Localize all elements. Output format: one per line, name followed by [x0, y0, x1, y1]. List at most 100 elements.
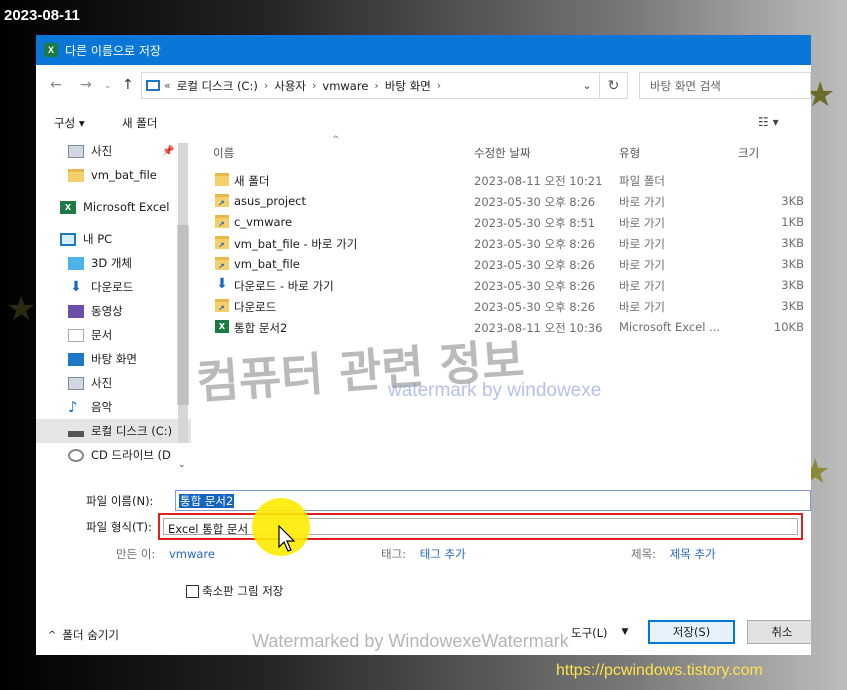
column-header-date[interactable]: 수정한 날짜 — [474, 145, 531, 161]
hide-folders-toggle[interactable]: ^ 폴더 숨기기 — [48, 627, 119, 643]
desktop-icon — [68, 352, 84, 366]
chevron-down-icon[interactable]: ⌄ — [575, 79, 599, 92]
file-name: asus_project — [234, 194, 306, 208]
shortcut-icon: ↗ — [215, 194, 229, 208]
pin-icon[interactable]: 📌 — [162, 146, 174, 157]
shortcut-icon: ↗ — [215, 257, 229, 271]
nav-item-documents[interactable]: 문서 — [36, 323, 191, 347]
refresh-icon[interactable]: ↻ — [599, 73, 627, 98]
tags-value[interactable]: 태그 추가 — [420, 547, 466, 561]
nav-item-downloads[interactable]: ⬇ 다운로드 — [36, 275, 191, 299]
chevron-right-icon[interactable]: › — [437, 79, 441, 92]
file-size: 10KB — [773, 320, 804, 334]
save-thumbnail-checkbox[interactable]: 축소판 그림 저장 — [186, 583, 283, 599]
search-input[interactable]: 바탕 화면 검색 — [639, 72, 811, 99]
authors-field: 만든 이: vmware — [116, 546, 215, 562]
nav-item-vm-bat-file[interactable]: vm_bat_file — [36, 163, 191, 187]
nav-item-videos[interactable]: 동영상 — [36, 299, 191, 323]
nav-item-desktop[interactable]: 바탕 화면 — [36, 347, 191, 371]
file-row[interactable]: ⬇ 다운로드 - 바로 가기 2023-05-30 오후 8:26 바로 가기 … — [211, 275, 811, 296]
excel-icon: X — [44, 43, 58, 57]
chevron-down-icon[interactable]: ⌄ — [104, 81, 112, 91]
nav-item-label: 로컬 디스크 (C:) — [91, 424, 173, 438]
scroll-down-arrow-icon[interactable]: ⌄ — [178, 460, 186, 470]
folder-icon — [68, 168, 84, 182]
authors-value[interactable]: vmware — [169, 547, 215, 561]
filetype-label: 파일 형식(T): — [86, 520, 152, 534]
star-decoration: ★ — [6, 289, 37, 329]
checkbox-box[interactable] — [186, 584, 199, 598]
nav-item-this-pc[interactable]: 내 PC — [36, 227, 191, 251]
nav-item-microsoft-excel[interactable]: X Microsoft Excel — [36, 195, 191, 219]
site-url: https://pcwindows.tistory.com — [556, 662, 763, 679]
column-header-size[interactable]: 크기 — [738, 145, 759, 161]
file-type: 바로 가기 — [619, 279, 665, 293]
tools-menu[interactable]: 도구(L) ▼ — [571, 625, 628, 641]
nav-item-cd-drive[interactable]: CD 드라이브 (D — [36, 443, 191, 467]
music-icon: ♪ — [68, 397, 78, 416]
column-header-type[interactable]: 유형 — [619, 145, 640, 161]
video-icon — [68, 304, 84, 318]
title-bar: X 다른 이름으로 저장 — [36, 35, 811, 65]
file-type: 파일 폴더 — [619, 174, 665, 188]
crumb-overflow[interactable]: « — [164, 79, 171, 92]
save-button[interactable]: 저장(S) — [648, 620, 735, 644]
file-size: 3KB — [781, 278, 804, 292]
excel-file-icon: X — [215, 320, 229, 333]
title-value[interactable]: 제목 추가 — [670, 547, 716, 561]
tools-label: 도구(L) — [571, 626, 608, 640]
breadcrumb-desktop[interactable]: 바탕 화면 — [379, 78, 437, 94]
address-bar[interactable]: « 로컬 디스크 (C:) › 사용자 › vmware › 바탕 화면 › ⌄… — [141, 72, 628, 99]
file-row[interactable]: 새 폴더 2023-08-11 오전 10:21 파일 폴더 — [211, 170, 811, 191]
file-name: vm_bat_file - 바로 가기 — [234, 237, 358, 251]
shortcut-icon: ↗ — [215, 236, 229, 250]
up-arrow-icon[interactable]: ↑ — [122, 77, 134, 93]
dialog-title: 다른 이름으로 저장 — [65, 43, 161, 58]
file-size: 3KB — [781, 194, 804, 208]
breadcrumb-users[interactable]: 사용자 — [268, 78, 312, 94]
new-folder-button[interactable]: 새 폴더 — [122, 115, 157, 131]
breadcrumb-vmware[interactable]: vmware — [316, 79, 374, 93]
tags-label: 태그: — [381, 547, 407, 561]
nav-item-label: 3D 개체 — [91, 256, 132, 270]
nav-item-label: vm_bat_file — [91, 168, 157, 182]
organize-button[interactable]: 구성 ▾ — [54, 115, 85, 131]
navigation-pane: 사진 📌 ⌃ vm_bat_file X Microsoft Excel 내 P… — [36, 135, 191, 475]
file-row[interactable]: ↗ 다운로드 2023-05-30 오후 8:26 바로 가기 3KB — [211, 296, 811, 317]
file-type: 바로 가기 — [619, 300, 665, 314]
file-row[interactable]: ↗ c_vmware 2023-05-30 오후 8:51 바로 가기 1KB — [211, 212, 811, 233]
save-thumbnail-label: 축소판 그림 저장 — [202, 584, 284, 598]
nav-item-3d-objects[interactable]: 3D 개체 — [36, 251, 191, 275]
chevron-up-icon: ^ — [48, 629, 57, 641]
nav-item-local-disk[interactable]: 로컬 디스크 (C:) — [36, 419, 191, 443]
pc-icon — [60, 232, 76, 246]
file-type: Microsoft Excel ... — [619, 320, 721, 334]
file-date: 2023-05-30 오후 8:26 — [474, 279, 596, 293]
file-type: 바로 가기 — [619, 195, 665, 209]
3d-objects-icon — [68, 256, 84, 270]
hide-folders-label: 폴더 숨기기 — [62, 628, 119, 642]
file-row[interactable]: ↗ vm_bat_file 2023-05-30 오후 8:26 바로 가기 3… — [211, 254, 811, 275]
file-name: 통합 문서2 — [234, 321, 288, 335]
file-row[interactable]: ↗ asus_project 2023-05-30 오후 8:26 바로 가기 … — [211, 191, 811, 212]
mouse-cursor-icon — [278, 525, 296, 552]
back-arrow-icon[interactable]: ← — [50, 77, 62, 93]
watermark-bottom: Watermarked by WindowexeWatermark — [252, 631, 569, 651]
breadcrumb-local-disk[interactable]: 로컬 디스크 (C:) — [171, 78, 264, 94]
nav-item-pictures[interactable]: 사진 — [36, 371, 191, 395]
view-options-icon[interactable]: ☷ ▾ — [758, 115, 779, 129]
nav-item-pictures-pinned[interactable]: 사진 📌 ⌃ — [36, 139, 191, 163]
nav-item-label: 동영상 — [91, 304, 123, 318]
filename-label: 파일 이름(N): — [86, 494, 154, 508]
file-date: 2023-05-30 오후 8:26 — [474, 237, 596, 251]
column-header-name[interactable]: 이름 — [213, 145, 234, 161]
nav-item-label: 바탕 화면 — [91, 352, 137, 366]
forward-arrow-icon[interactable]: → — [80, 77, 92, 93]
cancel-button[interactable]: 취소 — [747, 620, 811, 644]
nav-item-music[interactable]: ♪ 음악 — [36, 395, 191, 419]
file-size: 3KB — [781, 257, 804, 271]
file-type: 바로 가기 — [619, 237, 665, 251]
nav-item-label: CD 드라이브 (D — [91, 448, 171, 462]
nav-item-label: 다운로드 — [91, 280, 134, 294]
file-row[interactable]: ↗ vm_bat_file - 바로 가기 2023-05-30 오후 8:26… — [211, 233, 811, 254]
